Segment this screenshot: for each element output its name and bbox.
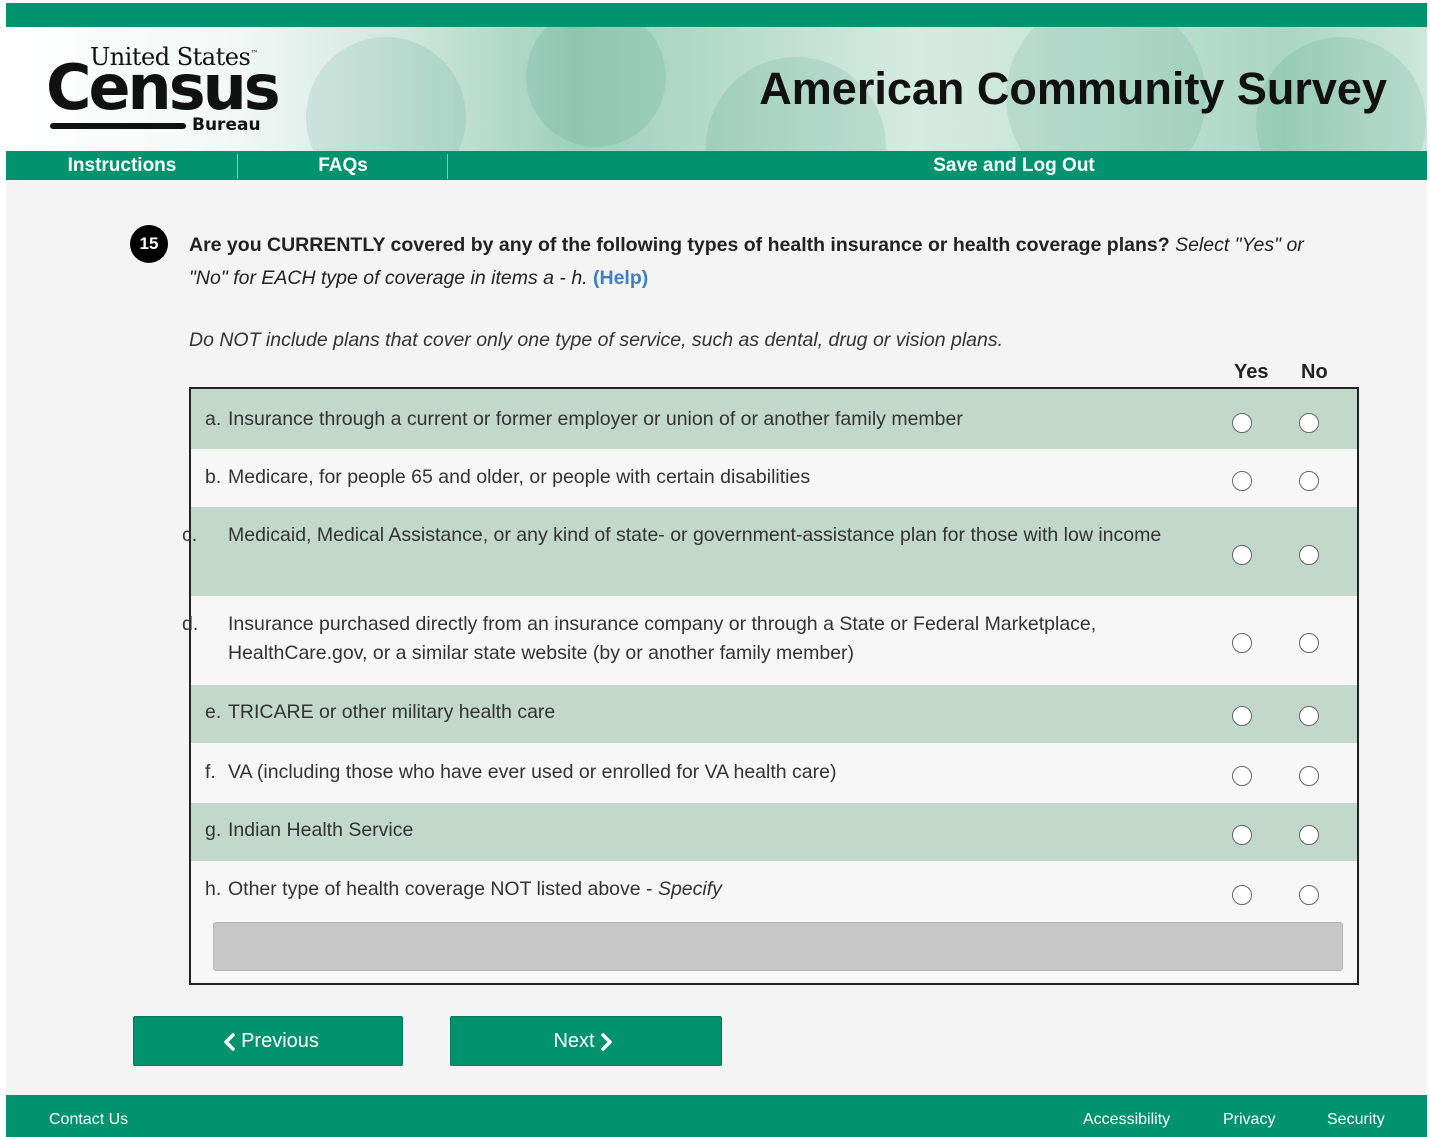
coverage-row-label: g. Indian Health Service xyxy=(205,819,414,841)
coverage-row-e: e. TRICARE or other military health care xyxy=(191,685,1357,743)
radio-f-yes[interactable] xyxy=(1232,766,1252,786)
previous-button-label: Previous xyxy=(241,1030,319,1052)
specify-label: Specify xyxy=(657,878,722,900)
coverage-row-label: c. Medicaid, Medical Assistance, or any k… xyxy=(182,524,1162,546)
radio-h-no[interactable] xyxy=(1299,885,1319,905)
question-prompt: Are you CURRENTLY covered by any of the … xyxy=(189,234,1170,256)
next-button-label: Next xyxy=(553,1030,595,1052)
footer-contact-us[interactable]: Contact Us xyxy=(49,1095,128,1137)
logo-census: Census xyxy=(46,51,281,124)
coverage-row-label: h. Other type of health coverage NOT list… xyxy=(205,878,722,900)
radio-g-yes[interactable] xyxy=(1232,825,1252,845)
top-color-bar xyxy=(6,3,1427,27)
survey-title: American Community Survey xyxy=(759,63,1387,114)
radio-c-no[interactable] xyxy=(1299,545,1319,565)
coverage-row-label: b. Medicare, for people 65 and older, or … xyxy=(205,466,811,488)
coverage-row-label: d. Insurance purchased directly from an i… xyxy=(182,613,1097,664)
coverage-row-g: g. Indian Health Service xyxy=(191,803,1357,861)
page-frame: United States™ Census Bureau American Co… xyxy=(6,3,1427,1137)
footer-bar: Contact Us Accessibility Privacy Securit… xyxy=(6,1095,1427,1137)
radio-e-yes[interactable] xyxy=(1232,706,1252,726)
radio-f-no[interactable] xyxy=(1299,766,1319,786)
next-button[interactable]: Next xyxy=(450,1016,722,1066)
specify-text-field[interactable] xyxy=(213,922,1343,971)
logo-underline xyxy=(50,123,186,129)
radio-d-no[interactable] xyxy=(1299,633,1319,653)
question-number-badge: 15 xyxy=(130,225,168,263)
column-header-no: No xyxy=(1301,361,1328,383)
coverage-row-a: a. Insurance through a current or former … xyxy=(191,389,1357,449)
census-logo[interactable]: United States™ Census Bureau xyxy=(46,43,281,135)
radio-a-no[interactable] xyxy=(1299,413,1319,433)
radio-b-yes[interactable] xyxy=(1232,471,1252,491)
coverage-row-label: e. TRICARE or other military health care xyxy=(205,701,556,723)
previous-button[interactable]: Previous xyxy=(133,1016,403,1066)
radio-h-yes[interactable] xyxy=(1232,885,1252,905)
footer-accessibility[interactable]: Accessibility xyxy=(1083,1095,1170,1137)
nav-bar: Instructions FAQs Save and Log Out xyxy=(6,151,1427,180)
radio-e-no[interactable] xyxy=(1299,706,1319,726)
column-header-yes: Yes xyxy=(1234,361,1269,383)
radio-a-yes[interactable] xyxy=(1232,413,1252,433)
coverage-row-c: c. Medicaid, Medical Assistance, or any k… xyxy=(182,507,1357,596)
coverage-row-label: f. VA (including those who have ever used… xyxy=(205,761,837,783)
coverage-row-label: a. Insurance through a current or former … xyxy=(205,408,963,430)
banner-photo-shape xyxy=(306,37,466,151)
coverage-items-grid: a. Insurance through a current or former … xyxy=(182,387,1359,985)
footer-privacy[interactable]: Privacy xyxy=(1223,1095,1275,1137)
radio-g-no[interactable] xyxy=(1299,825,1319,845)
nav-faqs[interactable]: FAQs xyxy=(238,151,448,180)
help-link[interactable]: (Help) xyxy=(593,267,648,289)
header-banner: United States™ Census Bureau American Co… xyxy=(6,27,1427,151)
chevron-left-icon xyxy=(224,1032,235,1051)
question-text: Are you CURRENTLY covered by any of the … xyxy=(189,229,1324,295)
chevron-right-icon xyxy=(600,1032,612,1051)
coverage-row-b: b. Medicare, for people 65 and older, or … xyxy=(191,449,1357,507)
radio-c-yes[interactable] xyxy=(1232,545,1252,565)
coverage-row-f: f. VA (including those who have ever used… xyxy=(191,743,1357,803)
footer-security[interactable]: Security xyxy=(1327,1095,1385,1137)
nav-divider xyxy=(447,154,448,179)
nav-instructions[interactable]: Instructions xyxy=(6,151,238,180)
logo-bureau: Bureau xyxy=(192,115,261,135)
coverage-row-d: d. Insurance purchased directly from an i… xyxy=(182,596,1357,685)
nav-save-log-out[interactable]: Save and Log Out xyxy=(814,151,1214,180)
banner-photo-shape xyxy=(526,27,666,147)
radio-d-yes[interactable] xyxy=(1232,633,1252,653)
radio-b-no[interactable] xyxy=(1299,471,1319,491)
question-note: Do NOT include plans that cover only one… xyxy=(189,329,1004,351)
